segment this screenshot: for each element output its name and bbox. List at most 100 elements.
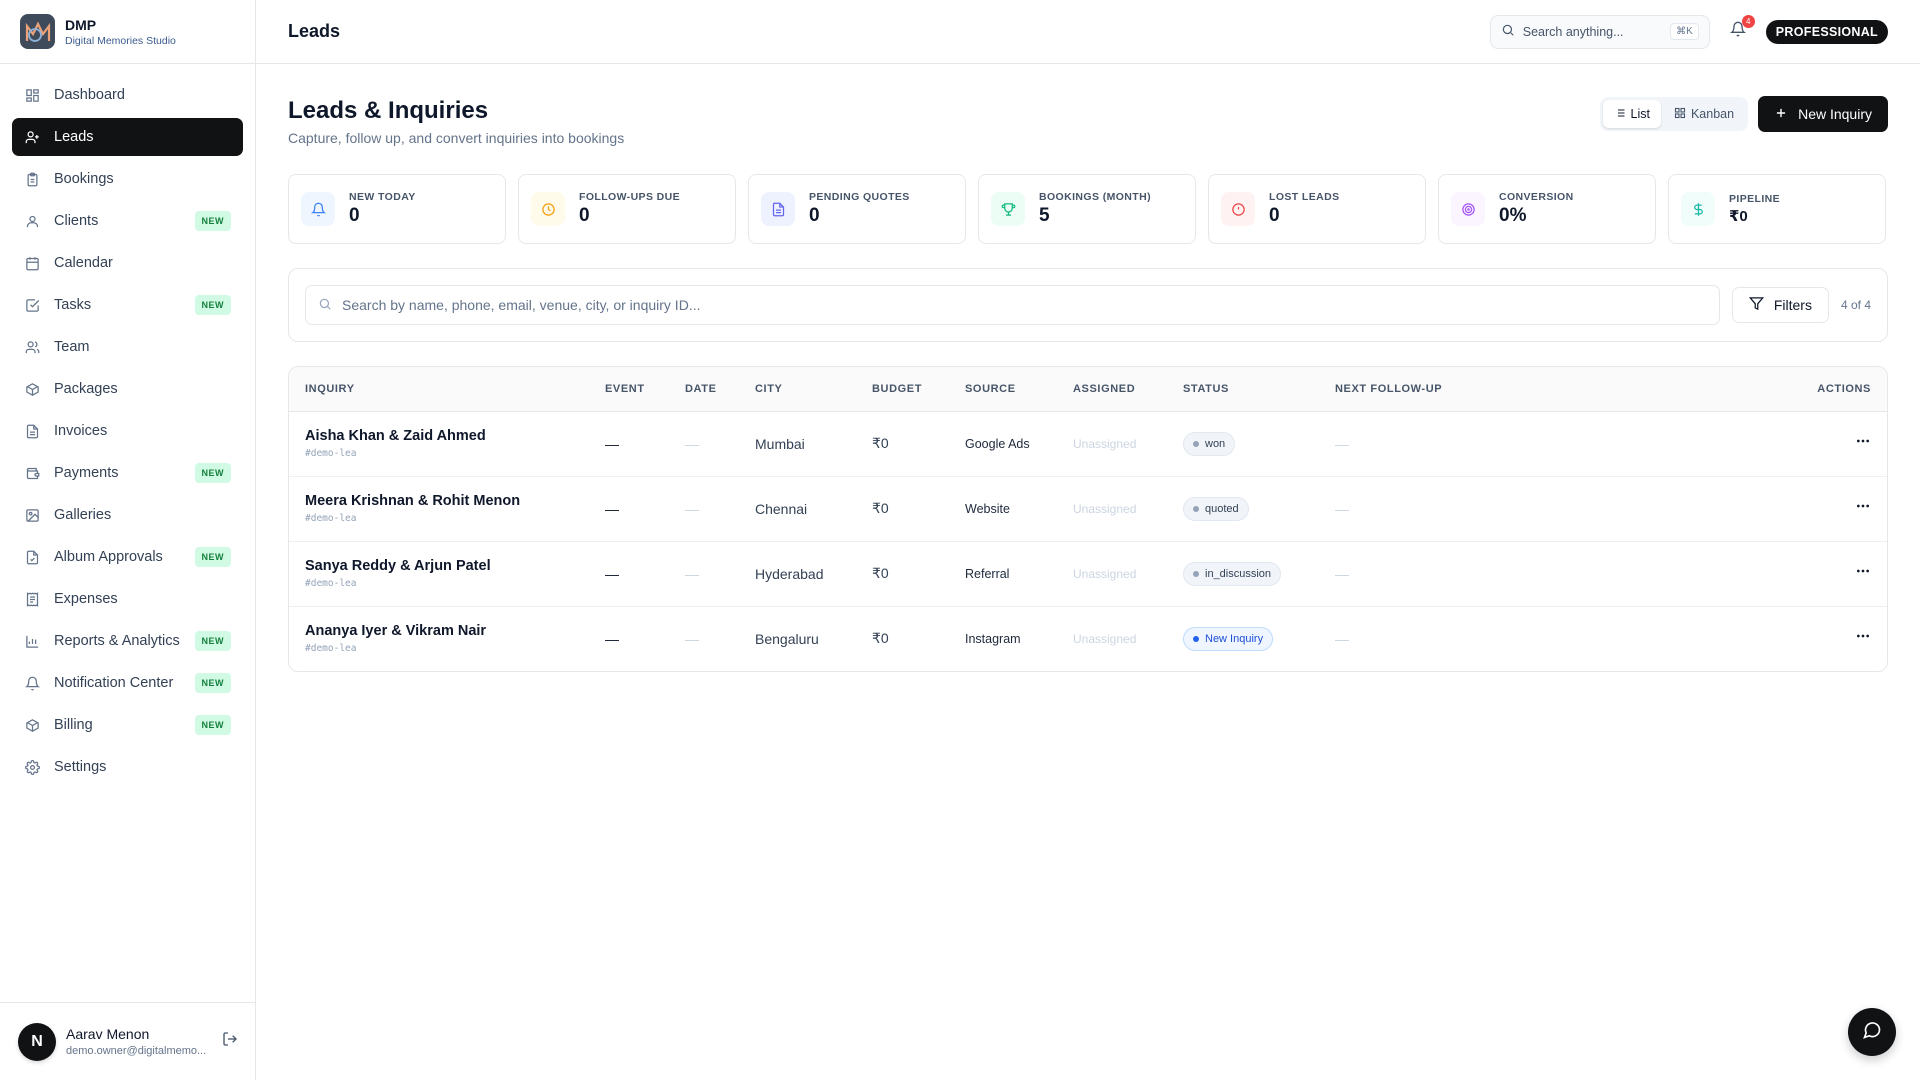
event-cell: —: [589, 541, 669, 607]
sidebar-item-album-approvals[interactable]: Album Approvals NEW: [12, 538, 243, 576]
sidebar-item-bookings[interactable]: Bookings: [12, 160, 243, 198]
avatar[interactable]: N: [18, 1022, 56, 1061]
plus-icon: [1774, 106, 1788, 123]
chat-button[interactable]: [1848, 1008, 1896, 1056]
column-header: STATUS: [1167, 367, 1319, 412]
user-plus-icon: [24, 129, 40, 145]
lead-search-placeholder: Search by name, phone, email, venue, cit…: [342, 297, 701, 313]
inquiry-id: #demo-lea: [305, 578, 357, 589]
status-dot: [1193, 505, 1199, 512]
brand-logo-icon: [20, 14, 55, 49]
leads-table: INQUIRY EVENT DATE CITY BUDGET SOURCE ASSIGNED…: [288, 366, 1888, 672]
notifications-button[interactable]: 4: [1728, 14, 1755, 42]
sidebar-item-expenses[interactable]: Expenses: [12, 580, 243, 618]
sidebar-item-label: Galleries: [54, 507, 112, 523]
alert-icon: [1221, 192, 1255, 226]
more-actions-icon[interactable]: [1855, 498, 1871, 518]
sidebar-item-galleries[interactable]: Galleries: [12, 496, 243, 534]
shortcut-hint: ⌘K: [1670, 23, 1699, 40]
sidebar-item-label: Notification Center: [54, 675, 174, 691]
list-view-label: List: [1630, 107, 1650, 121]
sidebar-item-settings[interactable]: Settings: [12, 748, 243, 786]
next-followup-cell: —: [1319, 476, 1479, 542]
sidebar-item-label: Settings: [54, 759, 107, 775]
table-body: Aisha Khan & Zaid Ahmed #demo-lea — — Mumbai…: [289, 411, 1887, 671]
clipboard-icon: [24, 171, 40, 187]
city-cell: Mumbai: [739, 411, 856, 477]
trophy-icon: [991, 192, 1025, 226]
more-actions-icon[interactable]: [1855, 628, 1871, 648]
table-row[interactable]: Meera Krishnan & Rohit Menon #demo-lea — — C…: [289, 476, 1887, 542]
plan-badge: PROFESSIONAL: [1765, 19, 1888, 44]
logout-icon[interactable]: [222, 1031, 238, 1052]
kanban-view-button[interactable]: Kanban: [1663, 100, 1745, 128]
lead-search-input[interactable]: Search by name, phone, email, venue, cit…: [305, 285, 1720, 325]
global-search-input[interactable]: Search anything... ⌘K: [1489, 14, 1710, 49]
more-actions-icon[interactable]: [1855, 433, 1871, 453]
status-label: New Inquiry: [1205, 632, 1264, 645]
column-header: EVENT: [589, 367, 669, 412]
inquiry-name[interactable]: Meera Krishnan & Rohit Menon: [305, 493, 573, 509]
filters-button[interactable]: Filters: [1731, 287, 1829, 323]
sidebar-item-label: Billing: [54, 717, 93, 733]
page-header: Leads & Inquiries Capture, follow up, an…: [288, 64, 1888, 174]
budget-cell: ₹0: [856, 541, 949, 607]
sidebar-nav: Dashboard Leads Bookings Clients NEW Calendar…: [0, 64, 255, 786]
inquiry-name[interactable]: Ananya Iyer & Vikram Nair: [305, 623, 573, 639]
assigned-cell: Unassigned: [1057, 541, 1167, 607]
bell-icon: [301, 192, 335, 226]
sidebar-item-label: Leads: [54, 129, 94, 145]
sidebar-item-tasks[interactable]: Tasks NEW: [12, 286, 243, 324]
sidebar-item-calendar[interactable]: Calendar: [12, 244, 243, 282]
sidebar-item-label: Payments: [54, 465, 119, 481]
stat-label: PENDING QUOTES: [809, 191, 910, 203]
status-badge[interactable]: New Inquiry: [1183, 626, 1274, 651]
sidebar-item-clients[interactable]: Clients NEW: [12, 202, 243, 240]
dollar-icon: [1681, 192, 1715, 226]
sidebar-item-notification-center[interactable]: Notification Center NEW: [12, 664, 243, 702]
user-email: demo.owner@digitalmemo...: [66, 1044, 207, 1057]
event-cell: —: [605, 630, 619, 647]
calendar-icon: [24, 255, 40, 271]
stat-card: FOLLOW-UPS DUE 0: [518, 174, 736, 244]
sidebar-item-billing[interactable]: Billing NEW: [12, 706, 243, 744]
inquiry-name[interactable]: Aisha Khan & Zaid Ahmed: [305, 428, 573, 444]
source-cell: Google Ads: [949, 411, 1057, 477]
stat-value: 0: [349, 205, 360, 226]
table-row[interactable]: Ananya Iyer & Vikram Nair #demo-lea — — Beng…: [289, 606, 1887, 671]
status-badge[interactable]: quoted: [1183, 496, 1249, 521]
result-count: 4 of 4: [1840, 298, 1871, 312]
page-subtitle: Capture, follow up, and convert inquirie…: [288, 130, 625, 146]
stat-label: NEW TODAY: [349, 191, 416, 203]
new-inquiry-button[interactable]: New Inquiry: [1758, 96, 1888, 132]
status-label: in_discussion: [1205, 567, 1272, 580]
filter-icon: [1748, 296, 1764, 314]
table-row[interactable]: Aisha Khan & Zaid Ahmed #demo-lea — — Mumbai…: [289, 411, 1887, 477]
stat-label: FOLLOW-UPS DUE: [579, 191, 681, 203]
brand[interactable]: DMP Digital Memories Studio: [0, 0, 255, 64]
status-badge[interactable]: in_discussion: [1183, 561, 1282, 586]
sidebar-item-label: Dashboard: [54, 87, 125, 103]
column-header: SOURCE: [949, 367, 1057, 412]
sidebar-item-team[interactable]: Team: [12, 328, 243, 366]
table-row[interactable]: Sanya Reddy & Arjun Patel #demo-lea — — Hyde…: [289, 541, 1887, 607]
sidebar-item-dashboard[interactable]: Dashboard: [12, 76, 243, 114]
more-actions-icon[interactable]: [1855, 563, 1871, 583]
sidebar-item-leads[interactable]: Leads: [12, 118, 243, 156]
inquiry-id: #demo-lea: [305, 513, 357, 524]
sidebar-item-reports-analytics[interactable]: Reports & Analytics NEW: [12, 622, 243, 660]
list-view-button[interactable]: List: [1602, 100, 1661, 128]
status-dot: [1193, 570, 1199, 577]
sidebar-item-packages[interactable]: Packages: [12, 370, 243, 408]
sidebar-item-invoices[interactable]: Invoices: [12, 412, 243, 450]
inquiry-name[interactable]: Sanya Reddy & Arjun Patel: [305, 558, 573, 574]
sidebar-item-payments[interactable]: Payments NEW: [12, 454, 243, 492]
status-label: quoted: [1205, 502, 1239, 515]
new-badge: NEW: [194, 211, 231, 231]
notification-count-badge: 4: [1741, 14, 1755, 28]
status-badge[interactable]: won: [1183, 431, 1236, 456]
user-profile[interactable]: N Aarav Menon demo.owner@digitalmemo...: [0, 1002, 256, 1080]
user-icon: [24, 213, 40, 229]
target-icon: [1451, 192, 1485, 226]
view-toggle: List Kanban: [1599, 97, 1749, 131]
